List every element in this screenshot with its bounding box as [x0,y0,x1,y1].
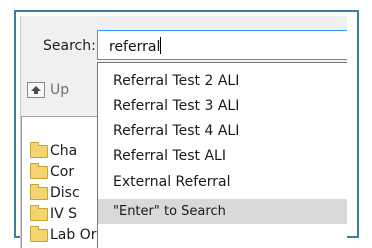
folder-icon [30,204,48,221]
folder-icon [30,141,48,158]
search-label: Search: [43,38,96,54]
folder-icon [30,225,48,242]
folder-tree[interactable]: Cha Cor Disc IV S Lab Orders [21,116,103,248]
text-caret [160,37,162,54]
search-input[interactable]: referral [97,30,347,60]
folder-icon [30,183,48,200]
up-button[interactable]: Up [27,80,69,100]
enter-to-search-item[interactable]: "Enter" to Search [98,199,347,224]
tree-item-folder[interactable]: IV S [30,204,77,224]
autocomplete-dropdown: Referral Test 2 ALI Referral Test 3 ALI … [97,62,347,248]
dropdown-item[interactable]: External Referral [98,169,347,194]
tree-item-folder[interactable]: Cha [30,141,77,161]
tree-item-folder[interactable]: Lab Orders [30,225,102,245]
search-window: Search: referral Up Cha Cor Disc IV S La… [20,16,347,248]
dropdown-item[interactable]: Referral Test 2 ALI [98,68,347,93]
dropdown-item[interactable]: Referral Test ALI [98,143,347,168]
dropdown-item[interactable]: Referral Test 4 ALI [98,118,347,143]
folder-icon [30,162,48,179]
search-input-value[interactable]: referral [109,37,162,55]
dropdown-item[interactable]: Referral Test 3 ALI [98,93,347,118]
tree-item-folder[interactable]: Cor [30,162,74,182]
up-label: Up [50,82,70,98]
tree-item-folder[interactable]: Disc [30,183,80,203]
up-arrow-icon [27,82,45,98]
